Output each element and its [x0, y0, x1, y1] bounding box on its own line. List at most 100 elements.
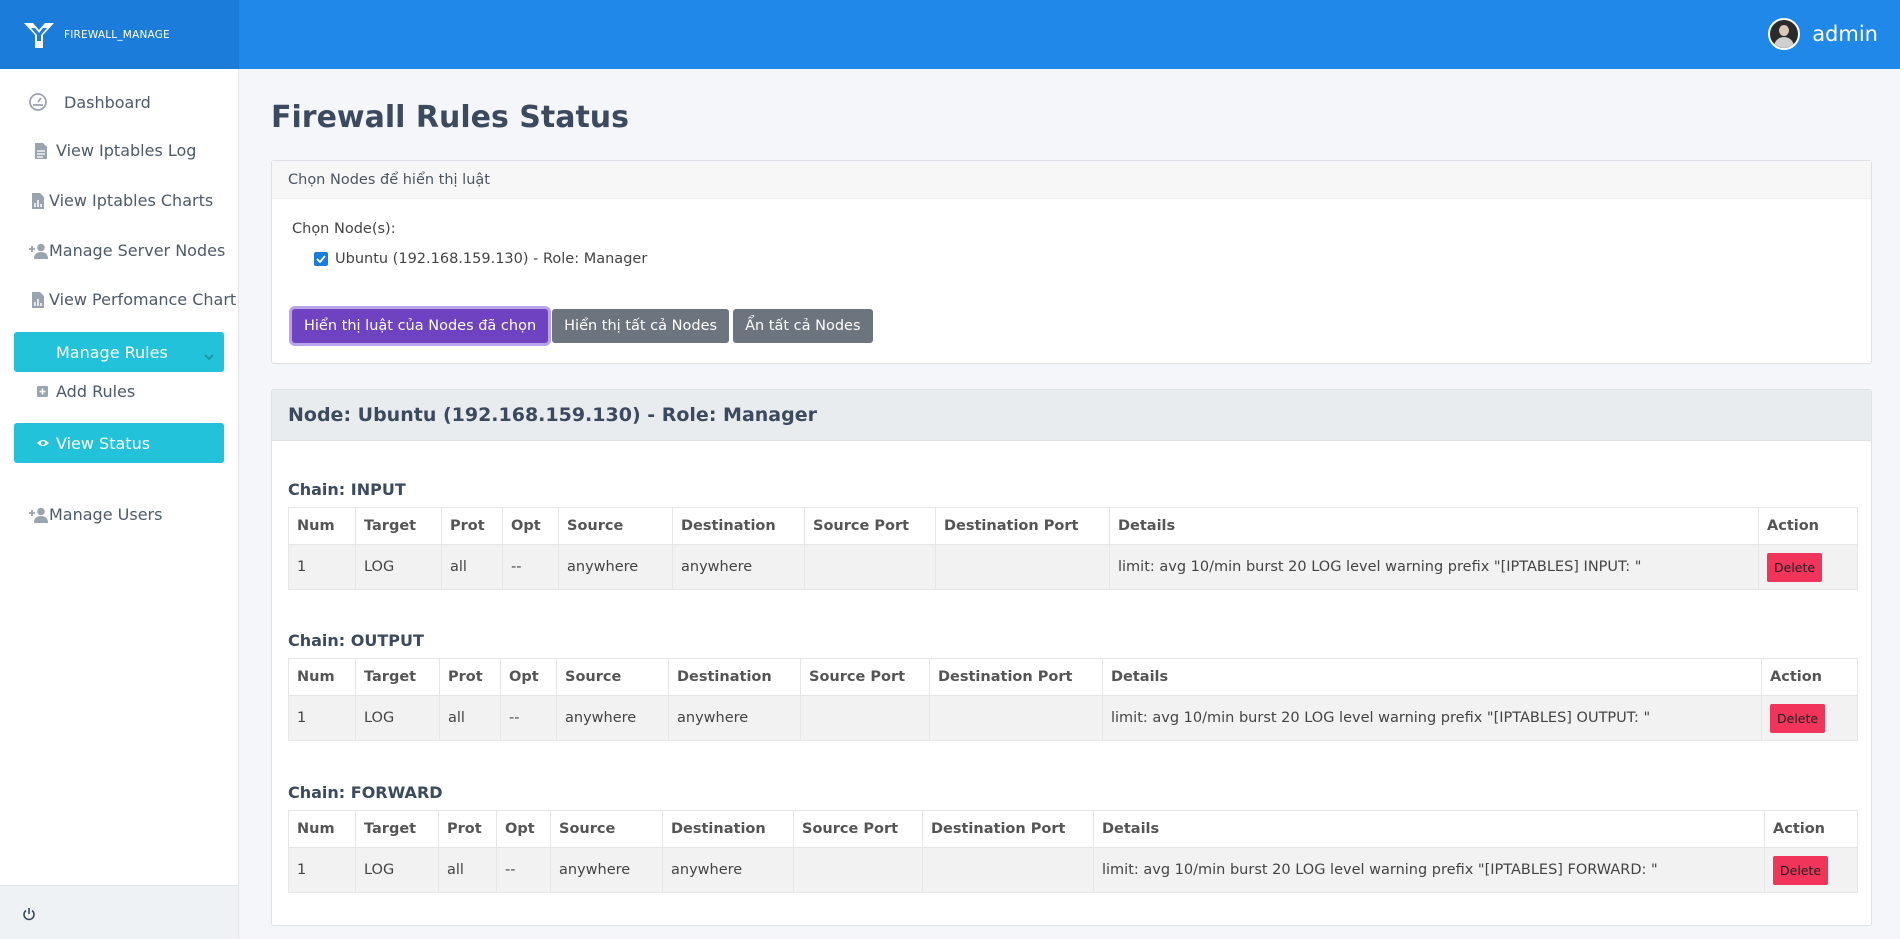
avatar[interactable] — [1768, 18, 1801, 50]
brand[interactable]: FIREWALL_MANAGE — [0, 0, 239, 69]
checkbox-checked[interactable] — [314, 252, 328, 266]
sidebar: Dashboard View Iptables Log View Iptable… — [0, 69, 239, 939]
column-header: Prot — [441, 507, 503, 545]
cell-action: Delete — [1764, 847, 1858, 893]
node-rules-card: Node: Ubuntu (192.168.159.130) - Role: M… — [271, 389, 1872, 926]
sidebar-item-iptables-charts[interactable]: View Iptables Charts — [31, 191, 213, 210]
column-header: Source — [556, 658, 669, 696]
node-checkbox-row[interactable]: Ubuntu (192.168.159.130) - Role: Manager — [314, 251, 647, 267]
chain-title-output: Chain: OUTPUT — [288, 631, 424, 650]
cell-source-port — [804, 544, 936, 590]
cell-target: LOG — [355, 544, 442, 590]
cell-prot: all — [438, 847, 497, 893]
cell-num: 1 — [288, 847, 356, 893]
column-header: Source Port — [804, 507, 936, 545]
column-header: Target — [355, 658, 440, 696]
column-header: Action — [1764, 810, 1858, 848]
node-checkbox-label: Ubuntu (192.168.159.130) - Role: Manager — [335, 251, 648, 267]
dashboard-icon — [29, 93, 47, 111]
cell-details: limit: avg 10/min burst 20 LOG level war… — [1109, 544, 1759, 590]
page-title: Firewall Rules Status — [271, 100, 630, 135]
sidebar-item-label: Add Rules — [56, 382, 136, 401]
column-header: Details — [1093, 810, 1765, 848]
column-header: Num — [288, 810, 356, 848]
delete-button[interactable]: Delete — [1770, 703, 1826, 733]
hide-all-nodes-button[interactable]: Ẩn tất cả Nodes — [733, 309, 873, 343]
cell-source: anywhere — [550, 847, 663, 893]
brand-name: FIREWALL_MANAGE — [64, 28, 170, 41]
column-header: Action — [1761, 658, 1858, 696]
username[interactable]: admin — [1812, 22, 1878, 46]
cell-opt: -- — [500, 695, 557, 741]
column-header: Prot — [439, 658, 501, 696]
cell-target: LOG — [355, 695, 440, 741]
chain-title-forward: Chain: FORWARD — [288, 783, 443, 802]
rules-table-input: Num Target Prot Opt Source Destination S… — [288, 507, 1858, 590]
cell-prot: all — [439, 695, 501, 741]
show-selected-nodes-button[interactable]: Hiển thị luật của Nodes đã chọn — [292, 309, 549, 343]
cell-action: Delete — [1761, 695, 1858, 741]
table-row: 1 LOG all -- anywhere anywhere limit: av… — [288, 847, 1858, 893]
node-select-label: Chọn Node(s): — [292, 221, 396, 237]
sidebar-item-label: View Perfomance Chart — [49, 290, 237, 309]
column-header: Destination — [662, 810, 794, 848]
table-header-row: Num Target Prot Opt Source Destination S… — [288, 810, 1858, 848]
top-navbar: FIREWALL_MANAGE admin — [0, 0, 1900, 69]
plus-square-icon — [37, 386, 48, 397]
cell-destination-port — [935, 544, 1110, 590]
check-icon — [316, 255, 326, 263]
sidebar-item-label: View Iptables Log — [56, 141, 197, 160]
brand-logo-icon — [24, 22, 54, 48]
delete-button[interactable]: Delete — [1767, 552, 1823, 582]
sidebar-item-iptables-log[interactable]: View Iptables Log — [34, 141, 196, 160]
column-header: Destination — [672, 507, 805, 545]
chain-title-input: Chain: INPUT — [288, 480, 406, 499]
delete-button[interactable]: Delete — [1773, 855, 1829, 885]
column-header: Prot — [438, 810, 497, 848]
sidebar-item-manage-rules[interactable]: Manage Rules — [14, 332, 224, 372]
cell-num: 1 — [288, 544, 356, 590]
sidebar-item-performance-chart[interactable]: View Perfomance Chart — [31, 290, 236, 309]
chevron-down-icon — [204, 354, 214, 361]
sidebar-item-add-rules[interactable]: Add Rules — [37, 382, 135, 401]
sidebar-item-dashboard[interactable]: Dashboard — [28, 92, 151, 112]
show-all-nodes-button[interactable]: Hiển thị tất cả Nodes — [552, 309, 730, 343]
cell-destination: anywhere — [672, 544, 805, 590]
column-header: Source Port — [800, 658, 930, 696]
user-plus-icon — [29, 243, 48, 259]
column-header: Destination — [668, 658, 801, 696]
sidebar-item-label: View Status — [56, 433, 151, 453]
column-header: Details — [1109, 507, 1759, 545]
node-button-group: Hiển thị luật của Nodes đã chọn Hiển thị… — [292, 309, 877, 343]
cell-source-port — [800, 695, 930, 741]
column-header: Destination Port — [922, 810, 1094, 848]
cell-source-port — [793, 847, 923, 893]
sidebar-footer — [0, 885, 238, 939]
cell-destination-port — [929, 695, 1103, 741]
column-header: Num — [288, 658, 356, 696]
column-header: Source — [558, 507, 673, 545]
sidebar-item-server-nodes[interactable]: Manage Server Nodes — [29, 241, 225, 260]
cell-action: Delete — [1758, 544, 1858, 590]
cell-destination: anywhere — [668, 695, 801, 741]
column-header: Opt — [502, 507, 559, 545]
cell-details: limit: avg 10/min burst 20 LOG level war… — [1102, 695, 1762, 741]
sidebar-item-view-status[interactable]: View Status — [14, 423, 224, 463]
sidebar-item-label: View Iptables Charts — [49, 191, 214, 210]
cell-opt: -- — [496, 847, 551, 893]
column-header: Source Port — [793, 810, 923, 848]
column-header: Opt — [500, 658, 557, 696]
power-icon[interactable] — [22, 907, 36, 921]
eye-icon — [37, 440, 49, 446]
cell-opt: -- — [502, 544, 559, 590]
user-menu[interactable]: admin — [1768, 18, 1878, 50]
chart-file-icon — [32, 192, 44, 209]
user-plus-icon — [29, 507, 48, 523]
sidebar-item-manage-users[interactable]: Manage Users — [29, 505, 162, 524]
column-header: Target — [355, 810, 439, 848]
column-header: Source — [550, 810, 663, 848]
cell-target: LOG — [355, 847, 439, 893]
cell-destination-port — [922, 847, 1094, 893]
column-header: Opt — [496, 810, 551, 848]
rules-table-forward: Num Target Prot Opt Source Destination S… — [288, 810, 1858, 893]
